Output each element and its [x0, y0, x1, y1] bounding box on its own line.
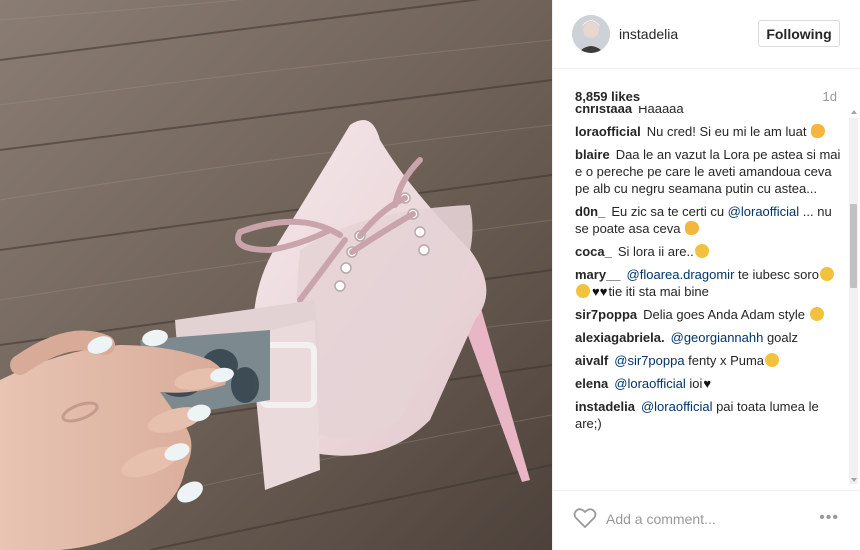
mention-link[interactable]: @sir7poppa	[614, 353, 684, 368]
comment-text: Daa le an vazut la Lora pe astea si mai …	[575, 147, 841, 196]
comment-item: loraofficial Nu cred! Si eu mi le am luat	[575, 123, 841, 140]
hand-emoji-icon	[811, 124, 826, 138]
post-photo[interactable]	[0, 0, 552, 550]
post-header: instadelia Following	[553, 0, 860, 69]
heart-emoji-icon: ♥♥	[592, 284, 608, 299]
comment-username[interactable]: alexiagabriela.	[575, 330, 665, 345]
following-button[interactable]: Following	[758, 20, 840, 47]
comment-text: ioi	[685, 376, 703, 391]
scroll-up-arrow[interactable]	[851, 110, 857, 114]
face-emoji-icon	[819, 267, 834, 281]
mention-link[interactable]: @floarea.dragomir	[627, 267, 735, 282]
comment-username[interactable]: blaire	[575, 147, 610, 162]
post-photo-image	[0, 0, 552, 550]
comment-footer: •••	[553, 490, 860, 550]
mention-link[interactable]: @loraofficial	[614, 376, 686, 391]
avatar[interactable]	[572, 15, 610, 53]
comment-username[interactable]: sir7poppa	[575, 307, 637, 322]
comment-text: Haaaaa	[638, 106, 684, 116]
comment-item: mary__ @floarea.dragomir te iubesc soro ♥♥…	[575, 266, 841, 300]
comments-container: christaaa Haaaaa loraofficial Nu cred! Si …	[575, 106, 841, 438]
post-age[interactable]: 1d	[823, 89, 837, 104]
mention-link[interactable]: @georgiannahh	[671, 330, 764, 345]
comment-username[interactable]: aivalf	[575, 353, 608, 368]
face-emoji-icon	[809, 307, 824, 321]
scrollbar-thumb[interactable]	[850, 204, 857, 288]
likes-count[interactable]: 8,859 likes	[575, 89, 640, 104]
comment-username[interactable]: loraofficial	[575, 124, 641, 139]
scroll-down-arrow[interactable]	[851, 478, 857, 482]
comment-item: christaaa Haaaaa	[575, 106, 841, 117]
comment-item: alexiagabriela. @georgiannahh goalz	[575, 329, 841, 346]
comment-username[interactable]: christaaa	[575, 106, 632, 116]
heart-outline-icon[interactable]	[573, 507, 597, 529]
comment-text: Delia goes Anda Adam style	[643, 307, 809, 322]
face-emoji-icon	[694, 244, 709, 258]
comment-text: tie iti sta mai bine	[608, 284, 709, 299]
comment-item: sir7poppa Delia goes Anda Adam style	[575, 306, 841, 323]
comment-username[interactable]: coca_	[575, 244, 612, 259]
comment-text: goalz	[763, 330, 799, 345]
comment-text: te iubesc soro	[734, 267, 819, 282]
comment-item: blaire Daa le an vazut la Lora pe astea s…	[575, 146, 841, 197]
comment-item: coca_ Si lora ii are..	[575, 243, 841, 260]
more-options-icon[interactable]: •••	[819, 509, 839, 527]
comment-username[interactable]: instadelia	[575, 399, 635, 414]
comment-text: Si lora ii are..	[617, 244, 694, 259]
comment-username[interactable]: elena	[575, 376, 608, 391]
mention-link[interactable]: @loraofficial	[728, 204, 800, 219]
comments-scrollbar[interactable]	[849, 118, 858, 484]
comment-text: fenty x Puma	[684, 353, 765, 368]
add-comment-input[interactable]	[606, 509, 806, 529]
heart-emoji-icon: ♥	[703, 376, 712, 391]
comment-text: Nu cred! Si eu mi le am luat	[646, 124, 811, 139]
face-emoji-icon	[765, 353, 780, 367]
comment-username[interactable]: mary__	[575, 267, 621, 282]
comment-item: elena @loraofficial ioi♥	[575, 375, 841, 392]
comment-item: instadelia @loraofficial pai toata lumea …	[575, 398, 841, 432]
hand-emoji-icon	[685, 221, 700, 235]
comment-item: aivalf @sir7poppa fenty x Puma	[575, 352, 841, 369]
comments-list[interactable]: christaaa Haaaaa loraofficial Nu cred! Si …	[553, 106, 860, 488]
comment-item: d0n_ Eu zic sa te certi cu @loraofficial …	[575, 203, 841, 237]
comment-text: Eu zic sa te certi cu	[611, 204, 728, 219]
comment-username[interactable]: d0n_	[575, 204, 605, 219]
mention-link[interactable]: @loraofficial	[641, 399, 713, 414]
post-author-username[interactable]: instadelia	[619, 26, 678, 42]
post-side-panel: instadelia Following 8,859 likes 1d chri…	[552, 0, 860, 550]
face-emoji-icon	[576, 284, 590, 298]
